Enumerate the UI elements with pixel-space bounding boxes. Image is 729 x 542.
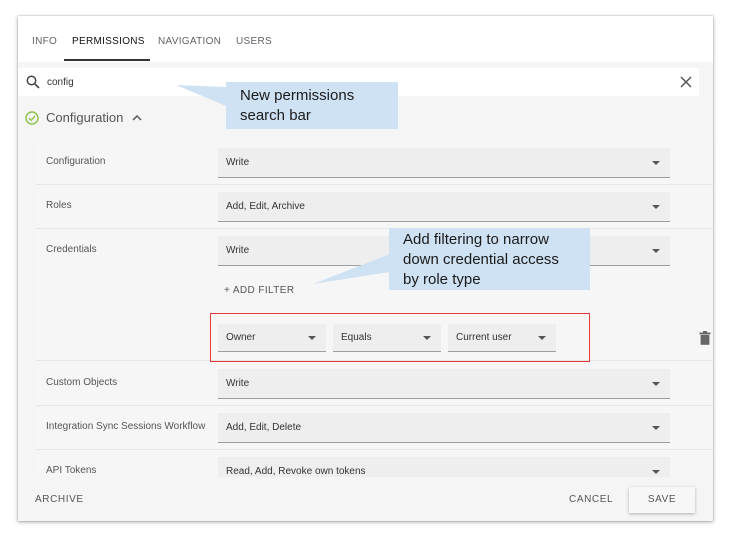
search-callout: New permissions search bar <box>226 82 398 129</box>
callout-line: Add filtering to narrow <box>403 231 549 248</box>
callout-line: by role type <box>403 271 481 288</box>
callout-line: search bar <box>240 107 311 124</box>
callout-line: New permissions <box>240 87 355 104</box>
filter-callout: Add filtering to narrow down credential … <box>389 228 590 290</box>
callout-line: down credential access <box>403 251 559 268</box>
